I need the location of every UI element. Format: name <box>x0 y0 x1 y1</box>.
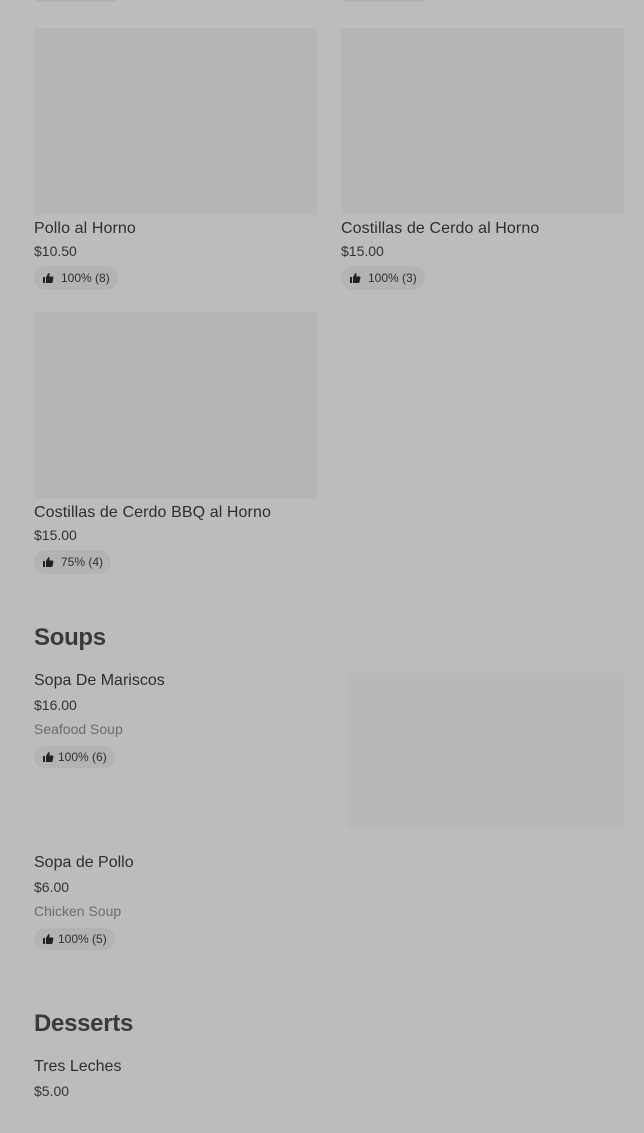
menu-item-image <box>341 28 624 215</box>
menu-item-description: Chicken Soup <box>34 903 122 919</box>
menu-item-card[interactable]: Costillas de Cerdo al Horno $15.00 100% … <box>341 28 624 290</box>
section-title-soups: Soups <box>34 624 106 651</box>
menu-item-name: Tres Leches <box>34 1058 122 1075</box>
rating-badge: 100% (6) <box>34 746 115 768</box>
thumbs-up-icon <box>43 273 54 283</box>
thumbs-up-icon <box>43 934 54 944</box>
menu-item-card[interactable]: Pollo al Horno $10.50 100% (8) <box>34 28 317 290</box>
thumbs-up-icon <box>43 557 54 567</box>
rating-text: 100% (3) <box>368 271 417 285</box>
rating-text: 100% (6) <box>58 750 107 764</box>
menu-item-name: Pollo al Horno <box>34 220 136 237</box>
menu-item-name: Costillas de Cerdo BBQ al Horno <box>34 504 271 521</box>
menu-item-card[interactable]: Costillas de Cerdo BBQ al Horno $15.00 7… <box>34 312 317 574</box>
rating-badge: 100% (3) <box>341 266 425 290</box>
menu-item-row[interactable]: Sopa de Pollo $6.00 Chicken Soup 100% (5… <box>34 855 624 950</box>
rating-text: 100% (8) <box>61 271 110 285</box>
rating-badge: 100% (8) <box>34 266 118 290</box>
menu-item-image[interactable] <box>348 673 624 829</box>
menu-item-image <box>34 312 317 499</box>
rating-badge-partial <box>341 0 427 2</box>
thumbs-up-icon <box>43 752 54 762</box>
menu-item-price: $15.00 <box>34 527 77 543</box>
menu-item-price: $10.50 <box>34 243 77 259</box>
menu-item-price: $15.00 <box>341 243 384 259</box>
menu-item-name: Costillas de Cerdo al Horno <box>341 220 540 237</box>
rating-badge: 75% (4) <box>34 550 112 574</box>
menu-item-name: Sopa de Pollo <box>34 854 134 871</box>
menu-item-image <box>34 28 317 215</box>
rating-badge: 100% (5) <box>34 928 115 950</box>
rating-badge-partial <box>34 0 118 2</box>
rating-text: 75% (4) <box>61 555 104 569</box>
rating-text: 100% (5) <box>58 932 107 946</box>
section-title-desserts: Desserts <box>34 1010 134 1037</box>
menu-item-price: $5.00 <box>34 1083 70 1099</box>
menu-item-row[interactable]: Tres Leches $5.00 <box>34 1058 624 1099</box>
menu-item-grid: Pollo al Horno $10.50 100% (8) Costillas… <box>34 28 624 574</box>
thumbs-up-icon <box>350 273 361 283</box>
menu-item-price: $6.00 <box>34 879 70 895</box>
